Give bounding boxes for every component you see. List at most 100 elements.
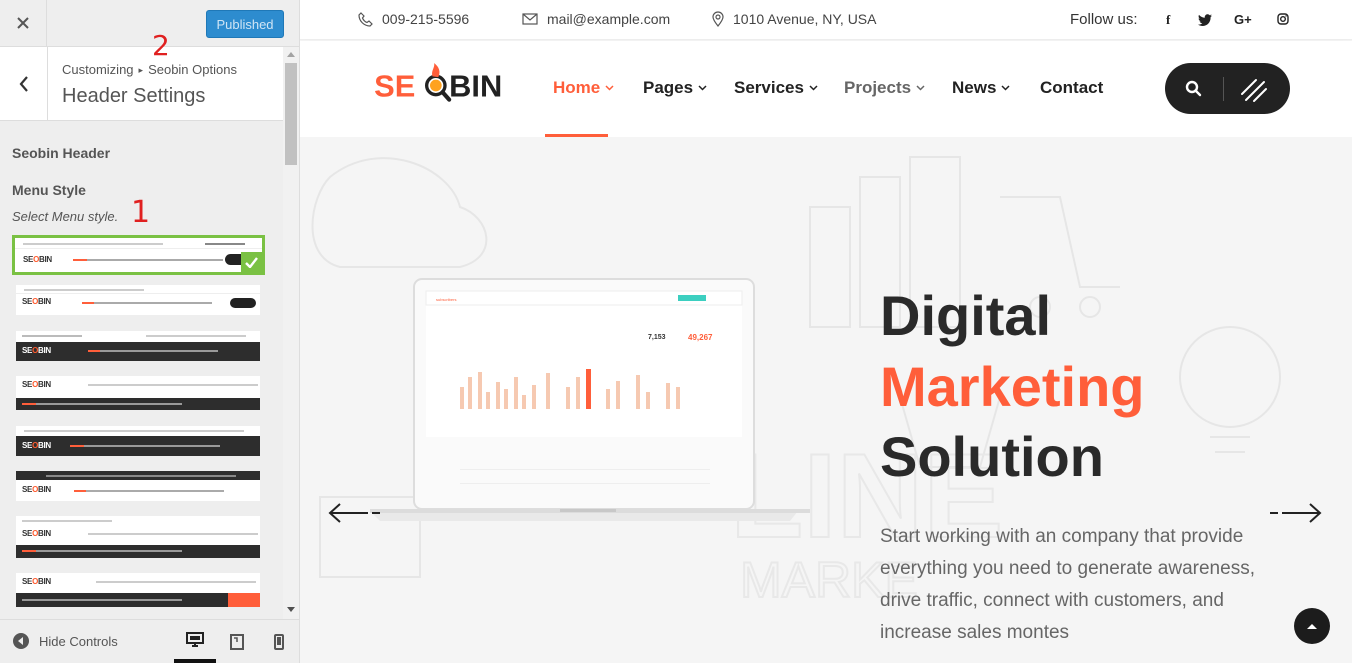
chevron-down-icon xyxy=(1001,85,1010,91)
close-icon xyxy=(17,17,29,29)
logo-left: SE xyxy=(374,68,415,103)
option-nav-items xyxy=(73,259,223,261)
menu-style-option-7[interactable]: SEOBIN xyxy=(16,516,260,558)
option-dark-topbar xyxy=(16,471,260,480)
nav-services[interactable]: Services xyxy=(734,78,818,98)
option-logo: SEOBIN xyxy=(22,485,51,494)
option-topbar-text xyxy=(24,430,244,432)
option-nav-accent-block xyxy=(228,593,260,607)
desktop-preview-button[interactable] xyxy=(174,620,216,663)
nav-projects-label: Projects xyxy=(844,78,912,97)
option-nav-active xyxy=(22,403,36,405)
address-text: 1010 Avenue, NY, USA xyxy=(733,11,877,27)
site-topbar: 009-215-5596 mail@example.com 1010 Avenu… xyxy=(300,0,1352,40)
group-title: Seobin Header xyxy=(12,145,111,161)
option-nav-items xyxy=(22,550,182,552)
chevron-down-icon xyxy=(916,85,925,91)
sidebar-scrollbar[interactable] xyxy=(283,47,299,619)
facebook-icon[interactable]: f xyxy=(1166,12,1170,28)
scrollbar-thumb[interactable] xyxy=(285,63,297,165)
option-logo: SEOBIN xyxy=(23,255,52,264)
topbar-phone: 009-215-5596 xyxy=(358,11,469,27)
chevron-up-icon xyxy=(1307,624,1317,629)
phone-icon xyxy=(358,11,373,27)
laptop-stat-two: 49,267 xyxy=(688,333,713,342)
twitter-icon[interactable] xyxy=(1198,14,1212,26)
menu-style-option-2[interactable]: SEOBIN xyxy=(16,285,260,315)
section-title: Header Settings xyxy=(62,85,206,107)
option-logo: SEOBIN xyxy=(22,346,51,355)
nav-home[interactable]: Home xyxy=(553,78,614,98)
option-topbar-text xyxy=(22,520,112,522)
option-logo: SEOBIN xyxy=(22,577,51,586)
section-header: Customizing ▸ Seobin Options Header Settin… xyxy=(0,47,283,121)
slider-next-arrow-icon[interactable] xyxy=(1268,501,1322,525)
option-dark-navbar: SEOBIN xyxy=(16,436,260,456)
google-plus-icon[interactable]: G+ xyxy=(1234,12,1252,27)
follow-us-label: Follow us: xyxy=(1070,11,1138,28)
back-to-top-button[interactable] xyxy=(1294,608,1330,644)
tablet-icon xyxy=(230,633,244,650)
option-topbar-text xyxy=(22,335,82,337)
selected-check-icon xyxy=(241,252,262,272)
option-logo: SEOBIN xyxy=(22,297,51,306)
option-nav-items xyxy=(88,350,218,352)
customizer-app: Published Customizing ▸ Seobin Options Hea… xyxy=(0,0,1352,663)
mobile-preview-button[interactable] xyxy=(258,620,300,663)
topbar-address: 1010 Avenue, NY, USA xyxy=(712,11,876,27)
search-icon[interactable] xyxy=(1185,77,1203,99)
instagram-icon[interactable] xyxy=(1277,13,1289,25)
menu-style-option-1[interactable]: SEOBIN xyxy=(12,235,265,275)
tablet-preview-button[interactable] xyxy=(216,620,258,663)
option-nav-items xyxy=(22,403,182,405)
map-pin-icon xyxy=(712,11,724,27)
hero-heading-line1: Digital xyxy=(880,284,1052,347)
scroll-down-icon[interactable] xyxy=(287,607,295,612)
back-button[interactable] xyxy=(0,47,48,120)
option-nav-items xyxy=(70,445,220,447)
scroll-up-icon[interactable] xyxy=(287,52,295,57)
nav-pages-label: Pages xyxy=(643,78,694,97)
breadcrumb-root: Customizing xyxy=(62,62,134,77)
mobile-icon xyxy=(274,633,284,650)
nav-projects[interactable]: Projects xyxy=(844,78,925,98)
slider-prev-arrow-icon[interactable] xyxy=(328,501,382,525)
option-topbar xyxy=(16,426,260,435)
hide-controls-button[interactable]: Hide Controls xyxy=(13,633,118,649)
menu-style-option-8[interactable]: SEOBIN xyxy=(16,573,260,607)
nav-pages[interactable]: Pages xyxy=(643,78,707,98)
mail-icon xyxy=(522,13,538,25)
nav-contact[interactable]: Contact xyxy=(1040,78,1103,98)
option-nav-active xyxy=(88,350,100,352)
phone-text: 009-215-5596 xyxy=(382,11,470,27)
nav-contact-label: Contact xyxy=(1040,78,1104,97)
breadcrumb-separator-icon: ▸ xyxy=(138,65,144,75)
nav-actions-pill xyxy=(1165,63,1290,114)
publish-button[interactable]: Published xyxy=(206,10,284,38)
menu-style-description: Select Menu style. xyxy=(12,209,119,224)
menu-style-option-6[interactable]: SEOBIN xyxy=(16,471,260,501)
menu-style-option-3[interactable]: SEOBIN xyxy=(16,331,260,361)
option-nav-active xyxy=(74,490,86,492)
menu-style-option-5[interactable]: SEOBIN xyxy=(16,426,260,456)
close-customizer-button[interactable] xyxy=(0,0,47,46)
pill-divider xyxy=(1223,77,1224,101)
option-topbar-text xyxy=(24,289,144,291)
option-contact-info xyxy=(88,384,258,386)
option-nav-active xyxy=(82,302,94,304)
site-navbar: SE BIN Home Pages Services Projects News… xyxy=(300,41,1352,137)
laptop-stat-one: 7,153 xyxy=(648,334,666,341)
option-topbar-text xyxy=(46,475,236,477)
option-contact-info xyxy=(88,533,258,535)
breadcrumb-parent: Seobin Options xyxy=(148,62,237,77)
site-logo[interactable]: SE BIN xyxy=(360,63,530,113)
hide-controls-label: Hide Controls xyxy=(39,633,118,649)
option-logo: SEOBIN xyxy=(22,441,51,450)
site-preview: 009-215-5596 mail@example.com 1010 Avenu… xyxy=(300,0,1352,663)
option-topbar xyxy=(16,331,260,340)
menu-style-option-4[interactable]: SEOBIN xyxy=(16,376,260,410)
menu-toggle-icon[interactable] xyxy=(1239,74,1269,104)
chevron-down-icon xyxy=(809,85,818,91)
nav-news[interactable]: News xyxy=(952,78,1010,98)
option-nav-items xyxy=(74,490,224,492)
